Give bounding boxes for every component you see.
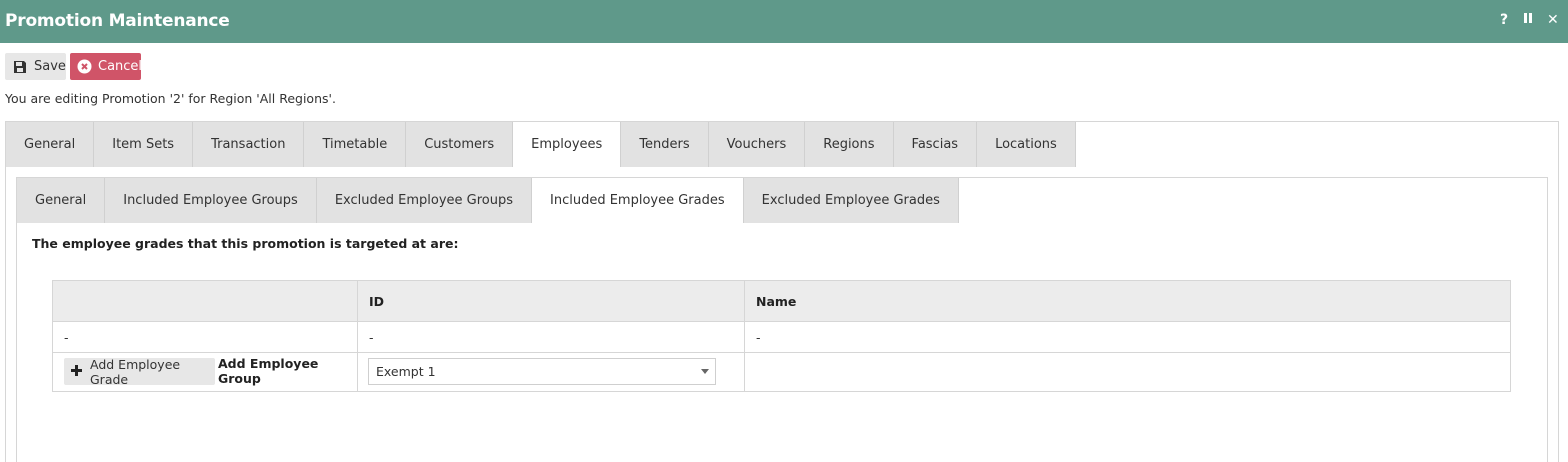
- section-heading: The employee grades that this promotion …: [32, 236, 459, 251]
- select-value: Exempt 1: [376, 364, 436, 379]
- tab-item-sets[interactable]: Item Sets: [94, 122, 194, 167]
- cancel-circle-icon: [77, 59, 92, 75]
- plus-icon: [70, 363, 83, 381]
- add-employee-group-label: Add Employee Group: [218, 356, 319, 386]
- tab-locations[interactable]: Locations: [977, 122, 1076, 167]
- chevron-down-icon: [701, 369, 709, 374]
- table-cell: -: [756, 329, 761, 345]
- add-cell: Add Employee Grade Add Employee Group: [53, 353, 358, 391]
- main-tabs: General Item Sets Transaction Timetable …: [6, 122, 1076, 167]
- tab-regions[interactable]: Regions: [805, 122, 894, 167]
- tab-customers[interactable]: Customers: [406, 122, 514, 167]
- title-bar: Promotion Maintenance ? ✕: [0, 0, 1568, 43]
- employee-grades-table: ID Name - - - Add Employee Grade Add Emp…: [52, 280, 1511, 392]
- add-employee-grade-label: Add Employee Grade: [90, 356, 181, 387]
- table-header: ID Name: [53, 281, 1510, 322]
- table-cell: -: [53, 322, 358, 352]
- table-row: - - -: [53, 322, 1510, 353]
- employee-subtabs: General Included Employee Groups Exclude…: [17, 178, 959, 223]
- editing-info: You are editing Promotion '2' for Region…: [5, 91, 336, 106]
- select-cell: Exempt 1: [358, 353, 745, 391]
- tab-tenders[interactable]: Tenders: [621, 122, 709, 167]
- cancel-button[interactable]: Cancel: [70, 53, 143, 80]
- employee-grade-select[interactable]: Exempt 1: [368, 358, 716, 385]
- subtab-excluded-employee-grades[interactable]: Excluded Employee Grades: [743, 178, 959, 223]
- floppy-disk-icon: [12, 59, 28, 75]
- column-header-actions: [53, 281, 358, 321]
- window-title: Promotion Maintenance: [5, 11, 230, 31]
- empty-cell: [745, 353, 1510, 391]
- add-row: Add Employee Grade Add Employee Group Ex…: [53, 353, 1510, 391]
- add-employee-grade-button[interactable]: Add Employee Grade: [64, 356, 215, 387]
- pause-icon[interactable]: [1523, 12, 1533, 28]
- column-header-id: ID: [358, 281, 745, 321]
- save-button[interactable]: Save: [5, 53, 66, 80]
- table-cell: -: [358, 322, 745, 352]
- subtab-included-employee-groups[interactable]: Included Employee Groups: [105, 178, 317, 223]
- subtab-excluded-employee-groups[interactable]: Excluded Employee Groups: [316, 178, 532, 223]
- save-label: Save: [34, 59, 66, 74]
- tab-employees[interactable]: Employees: [513, 122, 622, 167]
- cancel-label: Cancel: [98, 59, 143, 74]
- tab-general[interactable]: General: [6, 122, 95, 167]
- tab-timetable[interactable]: Timetable: [304, 122, 407, 167]
- help-icon[interactable]: ?: [1500, 12, 1508, 28]
- tab-fascias[interactable]: Fascias: [893, 122, 978, 167]
- tab-vouchers[interactable]: Vouchers: [708, 122, 806, 167]
- column-header-name: Name: [756, 293, 797, 309]
- close-icon[interactable]: ✕: [1547, 12, 1559, 28]
- tab-transaction[interactable]: Transaction: [193, 122, 305, 167]
- subtab-general[interactable]: General: [17, 178, 106, 223]
- subtab-included-employee-grades[interactable]: Included Employee Grades: [532, 178, 744, 223]
